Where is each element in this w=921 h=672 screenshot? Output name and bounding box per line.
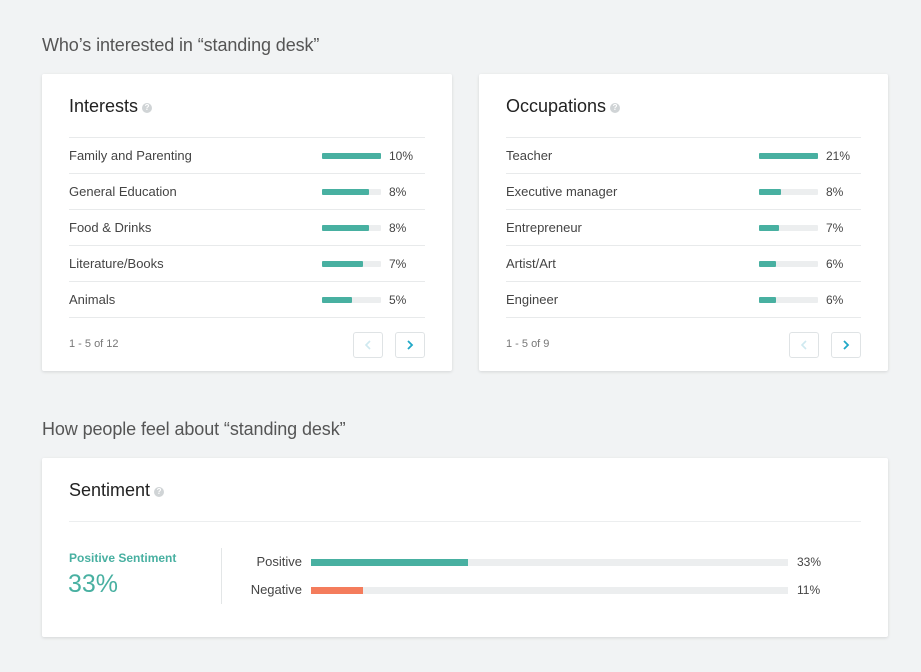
interests-pager-text: 1 - 5 of 12 <box>69 338 119 350</box>
interest-label: Animals <box>69 292 116 307</box>
interest-percent: 10% <box>389 148 414 163</box>
interests-title-text: Interests <box>69 96 139 116</box>
occupation-bar-track <box>759 152 818 159</box>
occupations-list: Teacher 21% Executive manager 8% Entrepr… <box>506 137 861 318</box>
sentiment-bar-fill <box>311 587 364 594</box>
occupations-card: Occupations ? Teacher 21% Executive mana… <box>479 74 888 371</box>
occupation-bar-fill <box>759 224 779 231</box>
interest-bar-fill <box>322 260 364 267</box>
occupation-label: Teacher <box>506 148 553 163</box>
occupation-bar-fill <box>759 296 776 303</box>
help-circle-icon[interactable]: ? <box>154 487 165 497</box>
interests-list: Family and Parenting 10% General Educati… <box>69 137 425 318</box>
interest-bar-track <box>322 152 381 159</box>
occupation-bar-fill <box>759 188 782 195</box>
chevron-left-icon <box>800 340 807 350</box>
occupations-prev-button[interactable] <box>789 332 819 358</box>
occupation-label: Executive manager <box>506 184 618 199</box>
sentiment-bar-label: Negative <box>250 582 302 597</box>
occupations-pager-text: 1 - 5 of 9 <box>506 338 550 350</box>
sentiment-title-text: Sentiment <box>69 480 151 500</box>
interest-percent: 7% <box>389 256 407 271</box>
sentiment-card: Sentiment ? Positive Sentiment 33% Posit… <box>42 458 888 637</box>
interest-label: Food & Drinks <box>69 220 152 235</box>
occupations-title: Occupations ? <box>506 96 621 117</box>
list-item: Executive manager 8% <box>506 174 861 210</box>
chevron-left-icon <box>364 340 371 350</box>
list-item: Teacher 21% <box>506 138 861 174</box>
occupations-next-button[interactable] <box>831 332 861 358</box>
interest-bar-track <box>322 224 381 231</box>
positive-sentiment-label: Positive Sentiment <box>69 551 177 565</box>
interest-bar-track <box>322 260 381 267</box>
feel-section-heading: How people feel about “standing desk” <box>42 419 346 439</box>
interest-percent: 8% <box>389 184 407 199</box>
list-item: Literature/Books 7% <box>69 246 425 282</box>
list-item: Entrepreneur 7% <box>506 210 861 246</box>
occupation-percent: 8% <box>826 184 844 199</box>
occupations-title-text: Occupations <box>506 96 607 116</box>
interest-bar-track <box>322 188 381 195</box>
list-item: Engineer 6% <box>506 282 861 318</box>
interest-label: General Education <box>69 184 177 199</box>
list-item: Family and Parenting 10% <box>69 138 425 174</box>
interest-bar-fill <box>322 188 370 195</box>
list-item: Artist/Art 6% <box>506 246 861 282</box>
divider <box>69 521 861 522</box>
list-item: Food & Drinks 8% <box>69 210 425 246</box>
interest-percent: 5% <box>389 292 407 307</box>
occupation-percent: 7% <box>826 220 844 235</box>
interests-prev-button[interactable] <box>353 332 383 358</box>
list-item: Animals 5% <box>69 282 425 318</box>
help-circle-icon[interactable]: ? <box>142 103 153 113</box>
sentiment-bar-track <box>311 559 788 566</box>
interest-percent: 8% <box>389 220 407 235</box>
occupation-bar-track <box>759 260 818 267</box>
interest-bar-track <box>322 296 381 303</box>
interest-label: Family and Parenting <box>69 148 192 163</box>
chevron-right-icon <box>843 340 850 350</box>
occupation-percent: 21% <box>826 148 851 163</box>
sentiment-title: Sentiment ? <box>69 480 165 501</box>
list-item: General Education 8% <box>69 174 425 210</box>
occupation-bar-fill <box>759 152 818 159</box>
occupation-bar-track <box>759 296 818 303</box>
interest-section-heading: Who’s interested in “standing desk” <box>42 35 320 55</box>
sentiment-percent: 33% <box>797 555 822 569</box>
sentiment-percent: 11% <box>797 583 821 597</box>
interests-next-button[interactable] <box>395 332 425 358</box>
interest-label: Literature/Books <box>69 256 164 271</box>
occupation-bar-track <box>759 224 818 231</box>
interest-bar-fill <box>322 224 370 231</box>
help-circle-icon[interactable]: ? <box>610 103 621 113</box>
sentiment-bar-label: Positive <box>256 554 302 569</box>
occupation-percent: 6% <box>826 292 844 307</box>
occupation-label: Artist/Art <box>506 256 556 271</box>
chevron-right-icon <box>407 340 414 350</box>
sentiment-bar-track <box>311 587 788 594</box>
interests-title: Interests ? <box>69 96 153 117</box>
occupation-label: Entrepreneur <box>506 220 582 235</box>
interest-bar-fill <box>322 296 352 303</box>
occupation-percent: 6% <box>826 256 844 271</box>
positive-sentiment-value: 33% <box>68 570 119 598</box>
occupation-bar-track <box>759 188 818 195</box>
interest-bar-fill <box>322 152 381 159</box>
sentiment-bar-fill <box>311 559 469 566</box>
occupation-bar-fill <box>759 260 776 267</box>
interests-card: Interests ? Family and Parenting 10% Gen… <box>42 74 452 371</box>
occupation-label: Engineer <box>506 292 559 307</box>
